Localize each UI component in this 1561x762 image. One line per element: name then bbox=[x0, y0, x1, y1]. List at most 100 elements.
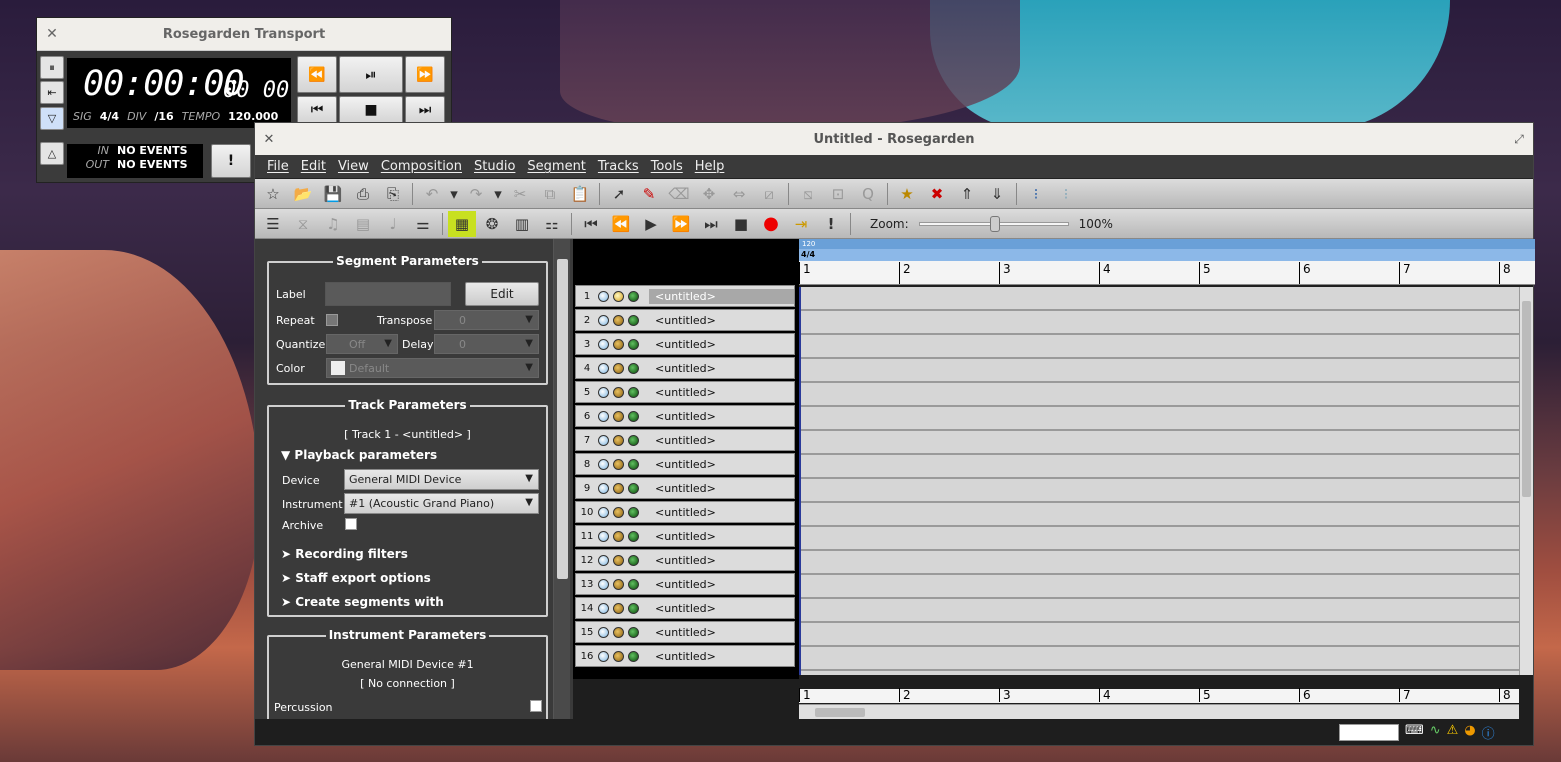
record-led-icon[interactable] bbox=[613, 530, 624, 542]
track-label[interactable]: <untitled> bbox=[649, 529, 794, 544]
track-label[interactable]: <untitled> bbox=[649, 649, 794, 664]
solo-led-icon[interactable] bbox=[628, 530, 639, 542]
track-label[interactable]: <untitled> bbox=[649, 361, 794, 376]
mute-led-icon[interactable] bbox=[598, 410, 609, 422]
track-row[interactable]: 1 <untitled> bbox=[575, 285, 795, 307]
recording-filters-toggle[interactable]: ➤ Recording filters bbox=[281, 547, 408, 561]
mixer-icon[interactable]: ⚌ bbox=[409, 211, 437, 237]
track-row[interactable]: 13 <untitled> bbox=[575, 573, 795, 595]
record-led-icon[interactable] bbox=[613, 386, 624, 398]
solo-led-icon[interactable] bbox=[628, 650, 639, 662]
solo-led-icon[interactable] bbox=[628, 362, 639, 374]
move-tool-icon[interactable]: ✥ bbox=[695, 181, 723, 207]
scroll-to-follow-icon[interactable]: ⇥ bbox=[787, 211, 815, 237]
track-label[interactable]: <untitled> bbox=[649, 577, 794, 592]
open-folder-icon[interactable]: 📂 bbox=[289, 181, 317, 207]
audio-status-icon[interactable]: ∿ bbox=[1430, 723, 1441, 742]
menu-help[interactable]: Help bbox=[689, 159, 731, 174]
draw-tool-icon[interactable]: ✎ bbox=[635, 181, 663, 207]
solo-led-icon[interactable] bbox=[628, 410, 639, 422]
menu-studio[interactable]: Studio bbox=[468, 159, 521, 174]
percussion-checkbox[interactable] bbox=[530, 700, 542, 712]
menu-tracks[interactable]: Tracks bbox=[592, 159, 645, 174]
scrollbar-thumb[interactable] bbox=[1522, 301, 1531, 497]
track-row[interactable]: 2 <untitled> bbox=[575, 309, 795, 331]
fast-forward-button[interactable]: ⏩ bbox=[405, 56, 445, 93]
bar-numbers[interactable]: 1 2 3 4 5 6 7 8 bbox=[799, 261, 1535, 285]
solo-led-icon[interactable] bbox=[628, 458, 639, 470]
track-row[interactable]: 8 <untitled> bbox=[575, 453, 795, 475]
track-label[interactable]: <untitled> bbox=[649, 553, 794, 568]
mute-led-icon[interactable] bbox=[598, 386, 609, 398]
time-stretch-icon[interactable]: ⊡ bbox=[824, 181, 852, 207]
track-row[interactable]: 3 <untitled> bbox=[575, 333, 795, 355]
mute-led-icon[interactable] bbox=[598, 602, 609, 614]
mute-led-icon[interactable] bbox=[598, 650, 609, 662]
record-led-icon[interactable] bbox=[613, 626, 624, 638]
parameters-scrollbar[interactable] bbox=[553, 239, 570, 719]
solo-led-icon[interactable] bbox=[628, 314, 639, 326]
scrollbar-thumb[interactable] bbox=[815, 708, 865, 717]
mute-led-icon[interactable] bbox=[598, 458, 609, 470]
track-row[interactable]: 9 <untitled> bbox=[575, 477, 795, 499]
transpose-combo[interactable]: 0 ▼ bbox=[434, 310, 539, 330]
erase-tool-icon[interactable]: ⌫ bbox=[665, 181, 693, 207]
mute-led-icon[interactable] bbox=[598, 554, 609, 566]
mute-led-icon[interactable] bbox=[598, 338, 609, 350]
stop-icon[interactable]: ■ bbox=[727, 211, 755, 237]
new-file-icon[interactable]: ☆ bbox=[259, 181, 287, 207]
record-led-icon[interactable] bbox=[613, 578, 624, 590]
copy-icon[interactable]: ⧉ bbox=[536, 181, 564, 207]
matrix-icon[interactable]: ⧖ bbox=[289, 211, 317, 237]
scrollbar-thumb[interactable] bbox=[557, 259, 568, 579]
bottom-bar-ruler[interactable]: 1 2 3 4 5 6 7 8 bbox=[799, 688, 1519, 703]
menu-composition[interactable]: Composition bbox=[375, 159, 468, 174]
record-led-icon[interactable] bbox=[613, 554, 624, 566]
maximize-icon[interactable]: ⤢ bbox=[1505, 132, 1533, 147]
rewind-button[interactable]: ⏪ bbox=[297, 56, 337, 93]
plugins-icon[interactable]: ❂ bbox=[478, 211, 506, 237]
print-icon[interactable]: ⎙ bbox=[349, 181, 377, 207]
mute-led-icon[interactable] bbox=[598, 290, 609, 302]
mute-led-icon[interactable] bbox=[598, 506, 609, 518]
repeat-checkbox[interactable] bbox=[326, 314, 338, 326]
staff-export-toggle[interactable]: ➤ Staff export options bbox=[281, 571, 431, 585]
track-size-small-icon[interactable]: ⁝ bbox=[1052, 181, 1080, 207]
info-icon[interactable]: ⓘ bbox=[1482, 723, 1495, 742]
stop-button[interactable]: ■ bbox=[339, 96, 403, 124]
canvas-vertical-scrollbar[interactable] bbox=[1519, 287, 1533, 675]
zoom-slider[interactable] bbox=[918, 215, 1069, 232]
menu-file[interactable]: File bbox=[261, 159, 295, 174]
save-icon[interactable]: 💾 bbox=[319, 181, 347, 207]
quantize-combo[interactable]: Off ▼ bbox=[326, 334, 398, 354]
move-track-up-icon[interactable]: ⇑ bbox=[953, 181, 981, 207]
track-row[interactable]: 16 <untitled> bbox=[575, 645, 795, 667]
track-label[interactable]: <untitled> bbox=[649, 625, 794, 640]
print-preview-icon[interactable]: ⎘ bbox=[379, 181, 407, 207]
fast-forward-icon[interactable]: ⏩ bbox=[667, 211, 695, 237]
redo-icon[interactable]: ↷ bbox=[462, 181, 490, 207]
solo-led-icon[interactable] bbox=[628, 338, 639, 350]
midi-keyboard-icon[interactable]: ▦ bbox=[448, 210, 476, 237]
mute-led-icon[interactable] bbox=[598, 314, 609, 326]
track-label[interactable]: <untitled> bbox=[649, 313, 794, 328]
record-led-icon[interactable] bbox=[613, 338, 624, 350]
solo-led-icon[interactable] bbox=[628, 554, 639, 566]
solo-led-icon[interactable] bbox=[628, 578, 639, 590]
edit-button[interactable]: Edit bbox=[465, 282, 539, 306]
collapse-down-icon[interactable]: ▽ bbox=[40, 107, 64, 130]
audio-mixer-icon[interactable]: ⚏ bbox=[538, 211, 566, 237]
record-led-icon[interactable] bbox=[613, 458, 624, 470]
record-led-icon[interactable] bbox=[613, 602, 624, 614]
zoom-slider-handle[interactable] bbox=[989, 215, 1000, 232]
delay-combo[interactable]: 0 ▼ bbox=[434, 334, 539, 354]
resize-tool-icon[interactable]: ⇔ bbox=[725, 181, 753, 207]
track-size-icon[interactable]: ⁝ bbox=[1022, 181, 1050, 207]
track-label[interactable]: <untitled> bbox=[649, 481, 794, 496]
mute-led-icon[interactable] bbox=[598, 362, 609, 374]
pitch-tracker-icon[interactable]: ♩ bbox=[379, 211, 407, 237]
play-icon[interactable]: ▶ bbox=[637, 211, 665, 237]
record-led-icon[interactable] bbox=[613, 506, 624, 518]
record-led-icon[interactable] bbox=[613, 410, 624, 422]
record-led-icon[interactable] bbox=[613, 362, 624, 374]
